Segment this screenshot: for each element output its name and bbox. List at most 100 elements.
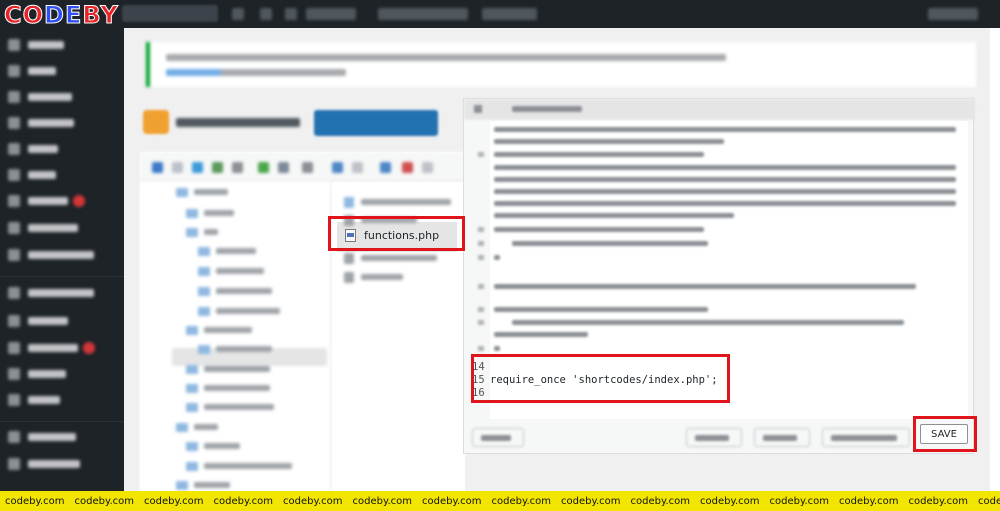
- tree-folder[interactable]: [176, 422, 218, 432]
- tree-folder[interactable]: [186, 402, 274, 412]
- editor-footer: [464, 420, 975, 454]
- tree-folder[interactable]: [198, 266, 264, 276]
- watermark-text: codeby.com: [908, 495, 969, 507]
- tree-folder[interactable]: [198, 306, 280, 316]
- tree-folder[interactable]: [198, 286, 272, 296]
- editor-save-close-button[interactable]: [822, 428, 910, 447]
- watermark-text: codeby.com: [978, 495, 1000, 507]
- sidebar-item[interactable]: [8, 315, 68, 327]
- sidebar-item[interactable]: [8, 342, 95, 354]
- notice-link[interactable]: [166, 69, 221, 76]
- logo-part-3: BY: [82, 1, 119, 30]
- file-manager-icon: [143, 110, 169, 134]
- admin-bar-account[interactable]: [928, 8, 978, 20]
- sidebar-item[interactable]: [8, 143, 58, 155]
- watermark-text: codeby.com: [839, 495, 899, 507]
- admin-bar-search[interactable]: [122, 5, 218, 22]
- save-button[interactable]: SAVE: [920, 424, 968, 444]
- editor-header: [464, 99, 975, 119]
- toolbar-icon[interactable]: [278, 162, 289, 173]
- highlight-box-file: [328, 216, 465, 251]
- file-manager-panel: [140, 152, 465, 491]
- sidebar-item[interactable]: [8, 195, 85, 207]
- admin-bar-item[interactable]: [482, 8, 537, 20]
- sidebar-item[interactable]: [8, 169, 56, 181]
- watermark-text: codeby.com: [144, 495, 204, 507]
- watermark-text: codeby.com: [700, 495, 760, 507]
- tree-folder[interactable]: [186, 383, 270, 393]
- toolbar-icon[interactable]: [352, 162, 363, 173]
- editor-file-title: [512, 106, 582, 112]
- sidebar-item[interactable]: [8, 117, 74, 129]
- editor-mode-select[interactable]: [472, 428, 524, 447]
- editor-cancel-button[interactable]: [686, 428, 742, 447]
- watermark-text: codeby.com: [5, 495, 65, 507]
- editor-save-as-button[interactable]: [754, 428, 810, 447]
- sidebar-item[interactable]: [8, 249, 94, 261]
- tree-folder[interactable]: [186, 364, 270, 374]
- file-item[interactable]: [344, 252, 437, 264]
- sidebar-item[interactable]: [8, 91, 72, 103]
- watermark-text: codeby.com: [561, 495, 621, 507]
- watermark-text: codeby.com: [213, 495, 274, 507]
- toolbar-icon[interactable]: [402, 162, 413, 173]
- watermark-text: codeby.com: [491, 495, 552, 507]
- tree-folder[interactable]: [198, 344, 272, 354]
- highlight-box-code: [471, 354, 730, 403]
- watermark-text: codeby.com: [422, 495, 482, 507]
- file-item[interactable]: [344, 271, 403, 283]
- sidebar-separator: [0, 421, 124, 422]
- sidebar-item[interactable]: [8, 431, 76, 443]
- tree-folder[interactable]: [186, 461, 292, 471]
- sidebar-item[interactable]: [8, 287, 94, 299]
- watermark-text: codeby.com: [283, 495, 343, 507]
- logo-part-1: CO: [3, 1, 45, 30]
- toolbar-icon[interactable]: [380, 162, 391, 173]
- admin-bar: CODEBY: [0, 0, 1000, 30]
- toolbar-icon[interactable]: [232, 162, 243, 173]
- file-manager-header-button[interactable]: [314, 110, 438, 136]
- toolbar-icon[interactable]: [332, 162, 343, 173]
- file-manager-title: [176, 118, 300, 127]
- sidebar-item[interactable]: [8, 368, 66, 380]
- sidebar-item[interactable]: [8, 394, 60, 406]
- tree-folder[interactable]: [198, 246, 256, 256]
- watermark-strip: codeby.com codeby.com codeby.com codeby.com…: [0, 491, 1000, 511]
- folder-tree: [140, 182, 332, 491]
- tree-folder[interactable]: [176, 480, 230, 490]
- toolbar-icon[interactable]: [422, 162, 433, 173]
- tree-folder[interactable]: [186, 441, 240, 451]
- admin-bar-item[interactable]: [232, 8, 244, 20]
- toolbar-icon[interactable]: [152, 162, 163, 173]
- watermark-text: codeby.com: [769, 495, 830, 507]
- watermark-text: codeby.com: [630, 495, 691, 507]
- sidebar-item[interactable]: [8, 222, 78, 234]
- sidebar-item[interactable]: [8, 39, 64, 51]
- tree-folder[interactable]: [186, 208, 234, 218]
- admin-notice: [146, 42, 976, 87]
- tree-folder[interactable]: [186, 325, 252, 335]
- codeby-logo: CODEBY: [3, 1, 119, 30]
- watermark-text: codeby.com: [74, 495, 135, 507]
- admin-bar-item[interactable]: [285, 8, 297, 20]
- watermark-text: codeby.com: [352, 495, 413, 507]
- toolbar-icon[interactable]: [302, 162, 313, 173]
- editor-collapse-icon[interactable]: [474, 105, 482, 113]
- admin-bar-item[interactable]: [260, 8, 272, 20]
- admin-bar-item[interactable]: [378, 8, 468, 20]
- toolbar-icon[interactable]: [212, 162, 223, 173]
- file-item[interactable]: [344, 196, 451, 208]
- sidebar-separator: [0, 276, 124, 277]
- sidebar-item[interactable]: [8, 65, 56, 77]
- tree-folder[interactable]: [176, 187, 228, 197]
- toolbar-icon[interactable]: [172, 162, 183, 173]
- logo-part-2: DE: [44, 1, 83, 30]
- toolbar-icon[interactable]: [192, 162, 203, 173]
- sidebar-item[interactable]: [8, 458, 80, 470]
- toolbar-icon[interactable]: [258, 162, 269, 173]
- admin-bar-item[interactable]: [306, 8, 356, 20]
- page-scrollbar[interactable]: [990, 28, 1000, 491]
- admin-sidebar: [0, 28, 124, 491]
- tree-folder[interactable]: [186, 227, 218, 237]
- file-manager-toolbar: [140, 152, 465, 182]
